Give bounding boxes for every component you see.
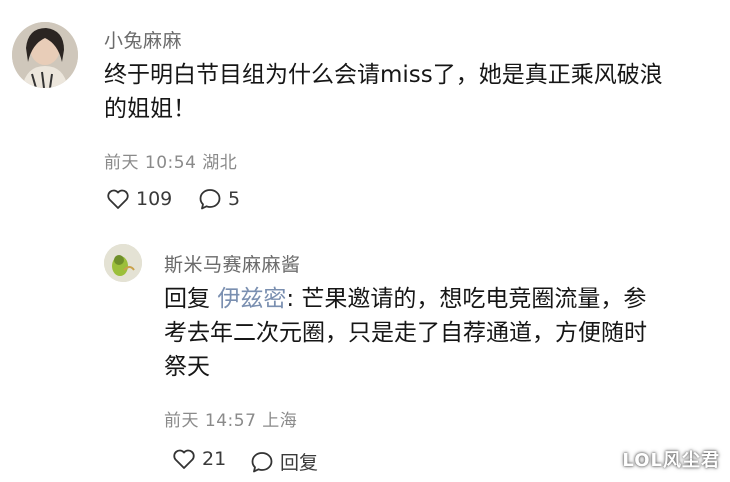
comment-reply-count: 5 [228, 188, 241, 210]
comment-like-button[interactable]: 109 [106, 188, 172, 210]
speech-bubble-icon [251, 451, 273, 472]
heart-outline-icon [173, 449, 195, 469]
reply-mention-link[interactable]: 伊兹密 [217, 286, 286, 312]
reply-prefix: 回复 [164, 286, 218, 312]
comment-like-count: 109 [136, 188, 173, 210]
reply-meta: 前天 14:57 上海 [164, 411, 298, 431]
comment-text-line: 的姐姐！ [104, 96, 196, 122]
comment-text: 终于明白节目组为什么会请miss了，她是真正乘风破浪 的姐姐！ [104, 58, 663, 126]
reply-reply-label: 回复 [280, 452, 319, 474]
reply-text-line: 回复 伊兹密: 芒果邀请的，想吃电竞圈流量，参 [164, 282, 647, 316]
comment-meta: 前天 10:54 湖北 [104, 153, 238, 173]
reply-text: 回复 伊兹密: 芒果邀请的，想吃电竞圈流量，参 考去年二次元圈，只是走了自荐通道… [164, 282, 647, 384]
watermark: LOL风尘君 [622, 450, 720, 471]
comment-text-line: 终于明白节目组为什么会请miss了，她是真正乘风破浪 [104, 62, 663, 88]
avatar-reply-commenter[interactable] [104, 244, 142, 282]
reply-like-button[interactable]: 21 [172, 448, 226, 470]
avatar-photo-icon [104, 244, 142, 282]
reply-username[interactable]: 斯米马赛麻麻酱 [164, 250, 301, 277]
reply-like-count: 21 [202, 448, 227, 470]
reply-text-line: 考去年二次元圈，只是走了自荐通道，方便随时 [164, 320, 647, 346]
comment-replies-button[interactable]: 5 [198, 188, 240, 210]
heart-outline-icon [107, 189, 129, 209]
reply-text-rest: : 芒果邀请的，想吃电竞圈流量，参 [286, 286, 647, 312]
comment-username[interactable]: 小兔麻麻 [104, 26, 182, 53]
avatar-photo-icon [12, 22, 78, 88]
speech-bubble-icon [199, 189, 221, 210]
reply-reply-button[interactable]: 回复 [250, 448, 318, 475]
reply-text-line: 祭天 [164, 354, 210, 380]
avatar-main-commenter[interactable] [12, 22, 78, 88]
